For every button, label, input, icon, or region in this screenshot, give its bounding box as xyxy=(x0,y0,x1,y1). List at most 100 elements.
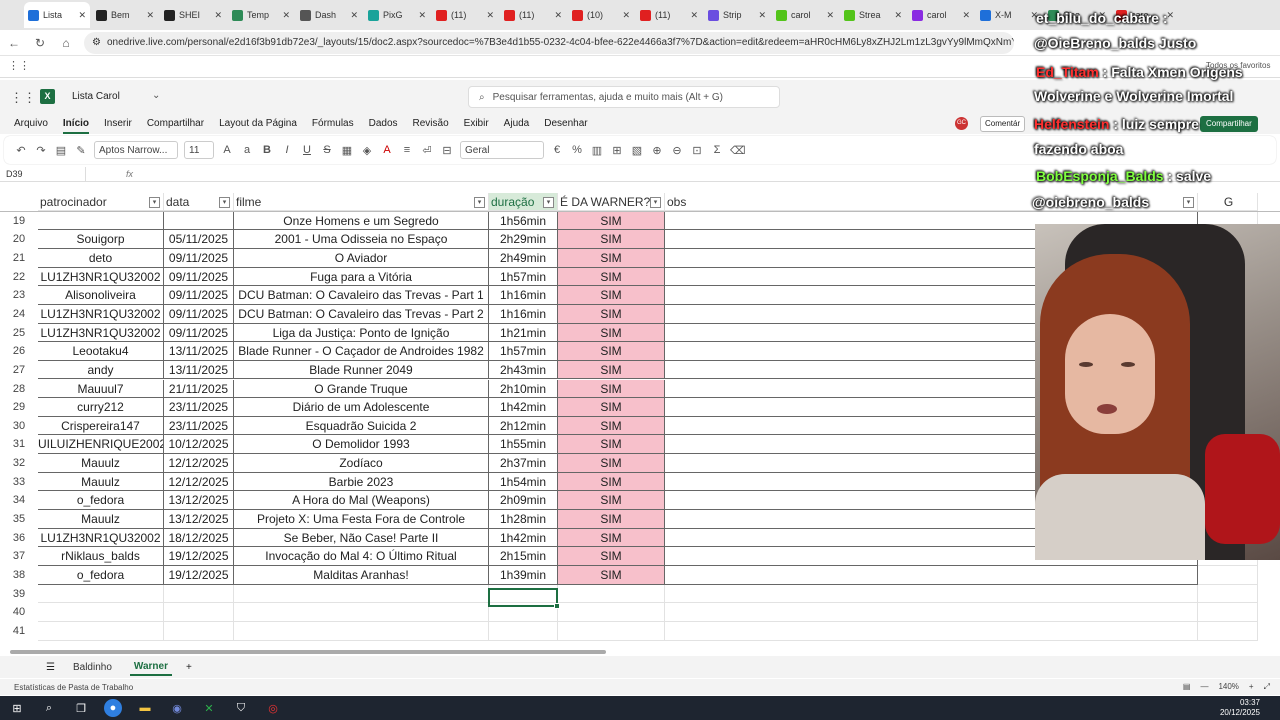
cell-warner[interactable]: SIM xyxy=(558,416,665,436)
tab-close-icon[interactable]: ✕ xyxy=(894,10,902,21)
filter-icon[interactable]: ▾ xyxy=(1183,197,1194,208)
tab-close-icon[interactable]: ✕ xyxy=(690,10,698,21)
cell-warner[interactable] xyxy=(558,621,665,641)
cell-sponsor[interactable]: LU1ZH3NR1QU32002 xyxy=(38,528,164,548)
menu-tab[interactable]: Dados xyxy=(369,114,398,134)
cell-sponsor[interactable]: LU1ZH3NR1QU32002 xyxy=(38,267,164,287)
cell-obs[interactable] xyxy=(665,603,1198,622)
cell-warner[interactable]: SIM xyxy=(558,566,665,585)
cell-film[interactable]: Invocação do Mal 4: O Último Ritual xyxy=(234,547,489,566)
cell-duration[interactable]: 1h54min xyxy=(489,472,558,492)
cell-date[interactable]: 13/11/2025 xyxy=(164,360,234,380)
cell-date[interactable]: 13/11/2025 xyxy=(164,342,234,361)
cell-film[interactable]: Liga da Justiça: Ponto de Ignição xyxy=(234,323,489,343)
windows-start-icon[interactable]: ⊞ xyxy=(8,699,26,717)
cell-duration[interactable]: 2h12min xyxy=(489,416,558,436)
cell-film[interactable]: Fuga para a Vitória xyxy=(234,267,489,287)
browser-tab[interactable]: (11) ✕ xyxy=(500,2,566,28)
tab-close-icon[interactable]: ✕ xyxy=(214,10,222,21)
cell-obs[interactable] xyxy=(665,566,1198,585)
cell-film[interactable]: DCU Batman: O Cavaleiro das Trevas - Par… xyxy=(234,304,489,324)
row-number[interactable]: 28 xyxy=(0,379,38,399)
cell-film[interactable]: Blade Runner 2049 xyxy=(234,360,489,380)
cell-duration[interactable]: 1h16min xyxy=(489,304,558,324)
font-size-select[interactable]: 11 xyxy=(184,141,214,159)
cell-date[interactable] xyxy=(164,603,234,622)
active-cell-selection[interactable] xyxy=(488,588,558,607)
browser-tab[interactable]: Strip ✕ xyxy=(704,2,770,28)
cell-sponsor[interactable] xyxy=(38,211,164,231)
cell-film[interactable]: Diário de um Adolescente xyxy=(234,398,489,417)
cell-duration[interactable]: 1h16min xyxy=(489,286,558,305)
tab-close-icon[interactable]: ✕ xyxy=(78,10,86,21)
sheet-tab-baldinho[interactable]: Baldinho xyxy=(69,660,116,675)
cell-warner[interactable]: SIM xyxy=(558,230,665,249)
font-color-icon[interactable]: A xyxy=(380,144,394,156)
add-sheet-icon[interactable]: + xyxy=(186,662,192,673)
cell-film[interactable] xyxy=(234,584,489,604)
cell-duration[interactable]: 1h57min xyxy=(489,342,558,361)
cell-date[interactable]: 13/12/2025 xyxy=(164,510,234,529)
cell-film[interactable]: DCU Batman: O Cavaleiro das Trevas - Par… xyxy=(234,286,489,305)
browser-tab[interactable]: (11) ✕ xyxy=(432,2,498,28)
menu-tab[interactable]: Ajuda xyxy=(504,114,530,134)
cell-sponsor[interactable]: deto xyxy=(38,248,164,268)
cell-duration[interactable]: 2h15min xyxy=(489,547,558,566)
undo-icon[interactable]: ↶ xyxy=(14,144,28,157)
row-number[interactable]: 41 xyxy=(0,621,38,641)
menu-tab[interactable]: Layout da Página xyxy=(219,114,297,134)
cell-duration[interactable]: 1h28min xyxy=(489,510,558,529)
cell-date[interactable]: 19/12/2025 xyxy=(164,547,234,566)
cell-date[interactable]: 05/11/2025 xyxy=(164,230,234,249)
cell-film[interactable]: O Aviador xyxy=(234,248,489,268)
site-info-icon[interactable]: ⚙ xyxy=(92,37,101,48)
zoom-level[interactable]: 140% xyxy=(1218,682,1238,692)
menu-tab[interactable]: Fórmulas xyxy=(312,114,354,134)
cell-film[interactable]: Se Beber, Não Case! Parte II xyxy=(234,528,489,548)
all-sheets-icon[interactable]: ☰ xyxy=(46,662,55,673)
row-number[interactable]: 40 xyxy=(0,603,38,622)
wrap-icon[interactable]: ⏎ xyxy=(420,144,434,157)
header-film[interactable]: filme ▾ xyxy=(234,193,489,211)
row-number[interactable]: 30 xyxy=(0,416,38,436)
menu-tab[interactable]: Arquivo xyxy=(14,114,48,134)
cell-duration[interactable]: 2h09min xyxy=(489,491,558,511)
reload-icon[interactable]: ↻ xyxy=(32,36,48,50)
row-number[interactable]: 39 xyxy=(0,584,38,604)
header-date[interactable]: data ▾ xyxy=(164,193,234,211)
cell-date[interactable]: 09/11/2025 xyxy=(164,248,234,268)
browser-tab[interactable]: X-M ✕ xyxy=(976,2,1042,28)
cell-duration[interactable]: 1h55min xyxy=(489,435,558,455)
xbox-icon[interactable]: ✕ xyxy=(200,699,218,717)
cell-date[interactable] xyxy=(164,621,234,641)
row-number[interactable]: 23 xyxy=(0,286,38,305)
cell-sponsor[interactable]: Mauuul7 xyxy=(38,379,164,399)
font-name-select[interactable]: Aptos Narrow... xyxy=(94,141,178,159)
underline-icon[interactable]: U xyxy=(300,144,314,156)
row-number[interactable]: 37 xyxy=(0,547,38,566)
cell-date[interactable]: 19/12/2025 xyxy=(164,566,234,585)
fill-handle[interactable] xyxy=(554,603,560,609)
browser-tab[interactable]: SHEI ✕ xyxy=(160,2,226,28)
cell-duration[interactable]: 1h56min xyxy=(489,211,558,231)
cell-film[interactable]: Zodíaco xyxy=(234,454,489,473)
cell-sponsor[interactable]: LU1ZH3NR1QU32002 xyxy=(38,304,164,324)
cell-duration[interactable] xyxy=(489,621,558,641)
cell-date[interactable]: 09/11/2025 xyxy=(164,267,234,287)
strikethrough-icon[interactable]: S xyxy=(320,144,334,156)
cell-warner[interactable]: SIM xyxy=(558,491,665,511)
cell-sponsor[interactable]: Crispereira147 xyxy=(38,416,164,436)
row-number[interactable]: 25 xyxy=(0,323,38,343)
cell-warner[interactable]: SIM xyxy=(558,379,665,399)
tab-close-icon[interactable]: ✕ xyxy=(622,10,630,21)
menu-tab[interactable]: Desenhar xyxy=(544,114,587,134)
filter-icon[interactable]: ▾ xyxy=(650,197,661,208)
zoom-out-icon[interactable]: — xyxy=(1200,682,1208,692)
cell-film[interactable]: Malditas Aranhas! xyxy=(234,566,489,585)
browser-tab[interactable]: PixG ✕ xyxy=(364,2,430,28)
cell-warner[interactable]: SIM xyxy=(558,360,665,380)
cell-warner[interactable]: SIM xyxy=(558,435,665,455)
row-number[interactable]: 27 xyxy=(0,360,38,380)
cell-sponsor[interactable]: Mauulz xyxy=(38,472,164,492)
tab-close-icon[interactable]: ✕ xyxy=(350,10,358,21)
